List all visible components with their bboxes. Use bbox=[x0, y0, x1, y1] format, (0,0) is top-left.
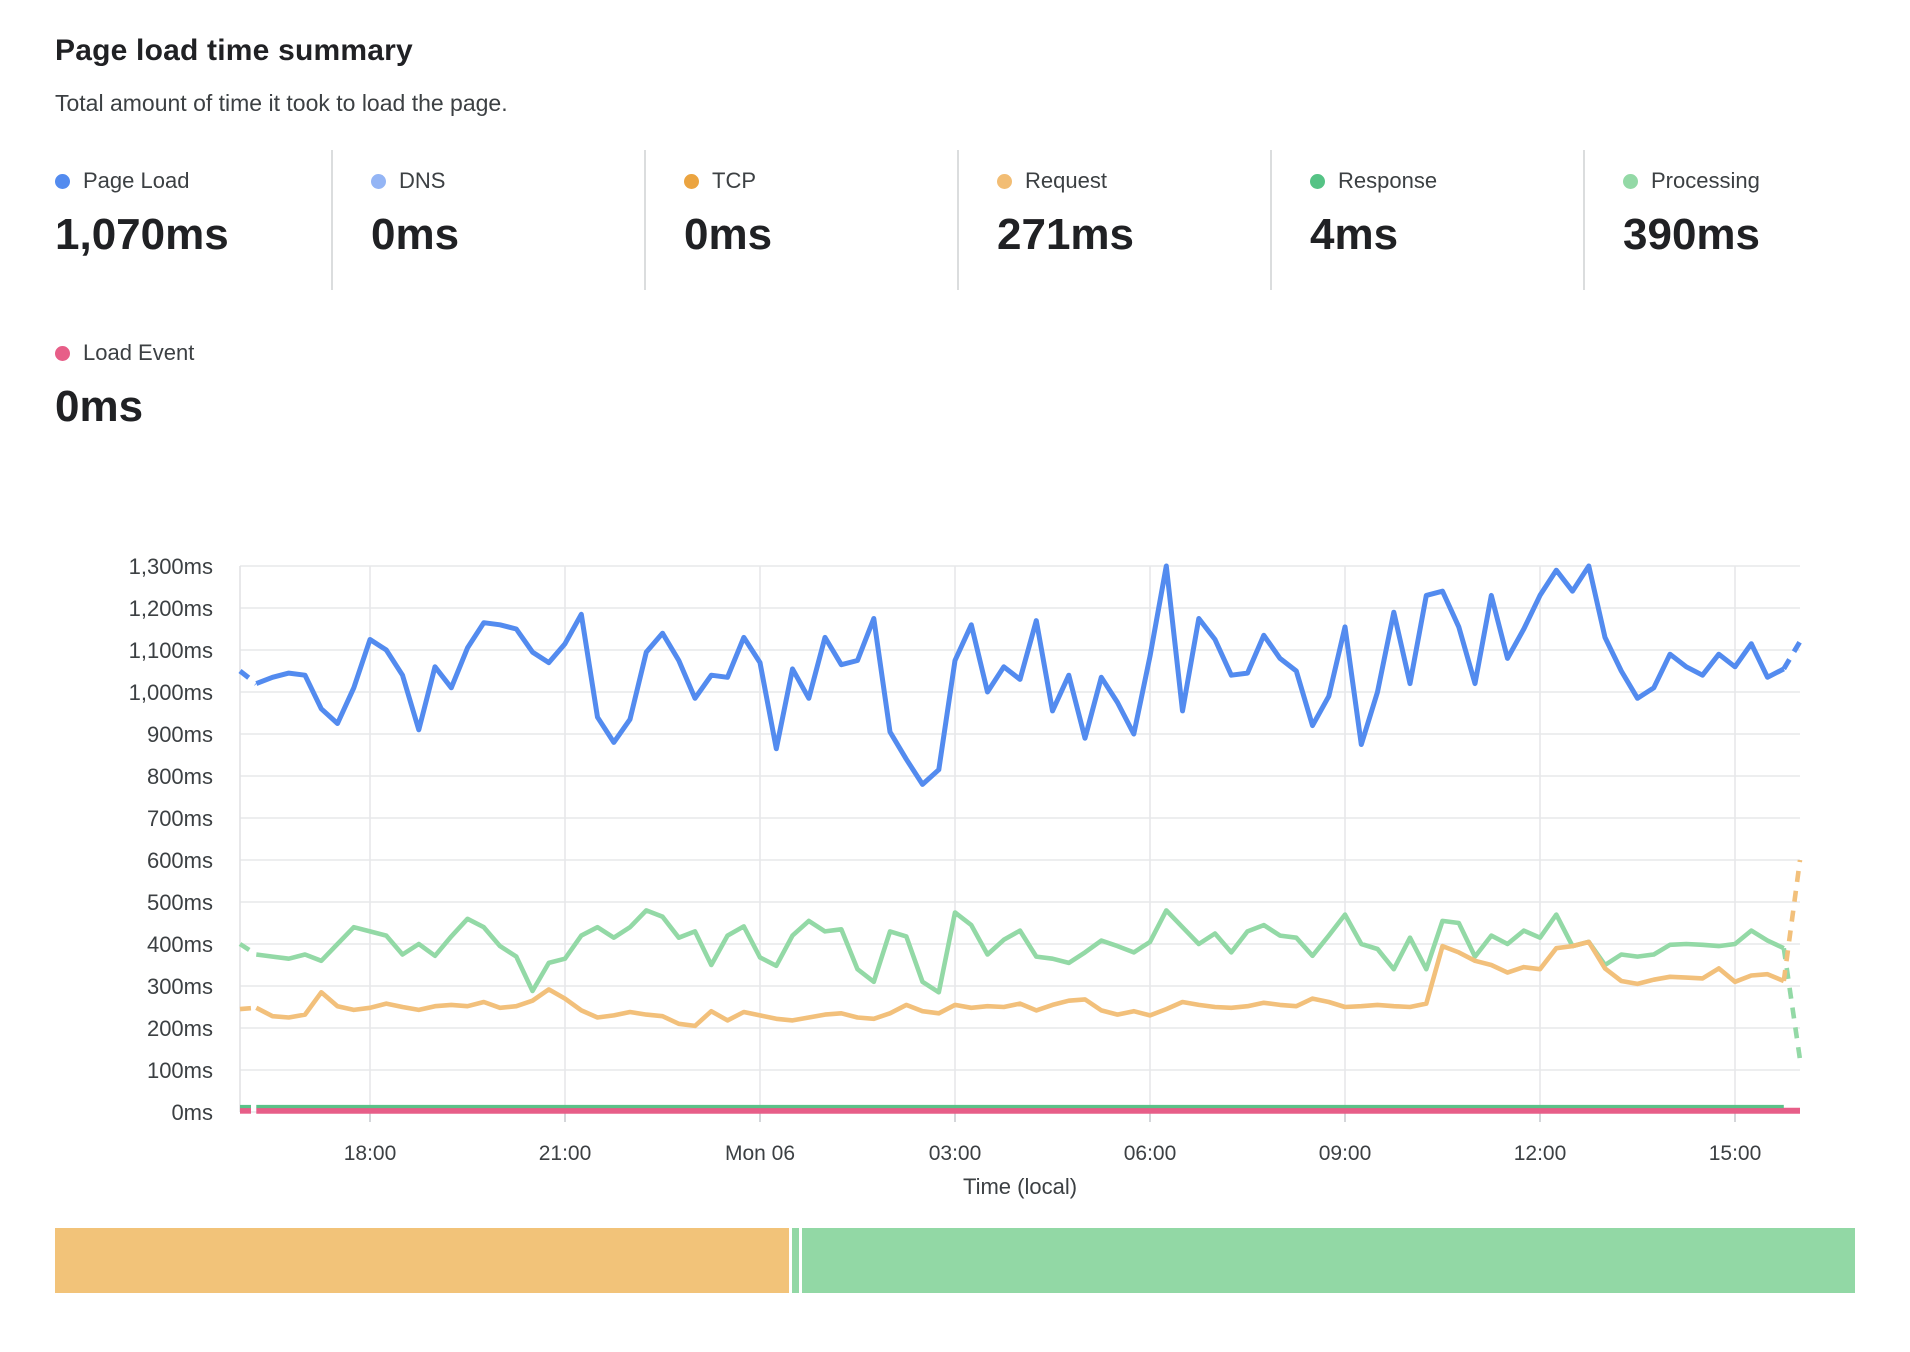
status-segment-request[interactable] bbox=[55, 1228, 789, 1293]
page-title: Page load time summary bbox=[55, 34, 508, 68]
metric-value: 0ms bbox=[371, 210, 644, 260]
metric-label: Processing bbox=[1651, 168, 1760, 194]
metric-label: Load Event bbox=[83, 340, 194, 366]
y-axis-label: 1,200ms bbox=[129, 596, 213, 621]
series-page-load bbox=[256, 566, 1784, 784]
status-segment-processing[interactable] bbox=[802, 1228, 1855, 1293]
metric-load-event[interactable]: Load Event 0ms bbox=[55, 322, 194, 432]
series-processing bbox=[1784, 948, 1800, 1059]
metric-label: Response bbox=[1338, 168, 1437, 194]
series-page-load bbox=[1784, 642, 1800, 669]
metric-dns[interactable]: DNS 0ms bbox=[331, 150, 644, 290]
y-axis-label: 900ms bbox=[147, 722, 213, 747]
series-page-load bbox=[240, 671, 256, 684]
processing-dot-icon bbox=[1623, 174, 1638, 189]
x-axis-label: 12:00 bbox=[1514, 1142, 1567, 1165]
status-segment-response[interactable] bbox=[792, 1228, 799, 1293]
metric-label: DNS bbox=[399, 168, 445, 194]
page-subtitle: Total amount of time it took to load the… bbox=[55, 90, 508, 117]
metric-label: Page Load bbox=[83, 168, 189, 194]
metric-value: 0ms bbox=[684, 210, 957, 260]
x-axis-label: 21:00 bbox=[539, 1142, 592, 1165]
metric-value: 1,070ms bbox=[55, 210, 331, 260]
series-request bbox=[256, 942, 1784, 1026]
page-load-dot-icon bbox=[55, 174, 70, 189]
y-axis-label: 600ms bbox=[147, 848, 213, 873]
y-axis-label: 500ms bbox=[147, 890, 213, 915]
x-axis-label: 03:00 bbox=[929, 1142, 982, 1165]
y-axis-label: 300ms bbox=[147, 974, 213, 999]
load-time-chart[interactable]: 0ms 100ms 200ms 300ms 400ms 500ms 600ms 700ms 80… bbox=[0, 430, 1910, 1230]
y-axis-label: 700ms bbox=[147, 806, 213, 831]
metric-value: 0ms bbox=[55, 382, 194, 432]
x-axis-label: 06:00 bbox=[1124, 1142, 1177, 1165]
metric-label: Request bbox=[1025, 168, 1107, 194]
metric-tcp[interactable]: TCP 0ms bbox=[644, 150, 957, 290]
metric-value: 271ms bbox=[997, 210, 1270, 260]
dns-dot-icon bbox=[371, 174, 386, 189]
x-axis-label: 15:00 bbox=[1709, 1142, 1762, 1165]
y-axis-label: 1,100ms bbox=[129, 638, 213, 663]
metric-response[interactable]: Response 4ms bbox=[1270, 150, 1583, 290]
tcp-dot-icon bbox=[684, 174, 699, 189]
y-axis-label: 100ms bbox=[147, 1058, 213, 1083]
load-time-chart-canvas[interactable]: 0ms 100ms 200ms 300ms 400ms 500ms 600ms 700ms 80… bbox=[0, 430, 1910, 1230]
status-timeline-bar[interactable] bbox=[55, 1228, 1855, 1293]
response-dot-icon bbox=[1310, 174, 1325, 189]
metrics-row: Page Load 1,070ms DNS 0ms TCP 0ms Reques… bbox=[55, 150, 1896, 290]
series-processing bbox=[240, 944, 256, 955]
y-axis-label: 1,300ms bbox=[129, 554, 213, 579]
y-axis-label: 800ms bbox=[147, 764, 213, 789]
x-axis-label: 18:00 bbox=[344, 1142, 397, 1165]
metric-value: 390ms bbox=[1623, 210, 1896, 260]
y-axis-label: 0ms bbox=[171, 1100, 213, 1125]
x-axis-title: Time (local) bbox=[963, 1174, 1077, 1199]
chart-header: Page load time summary Total amount of t… bbox=[55, 34, 508, 117]
metric-page-load[interactable]: Page Load 1,070ms bbox=[55, 150, 331, 290]
metric-value: 4ms bbox=[1310, 210, 1583, 260]
load-event-dot-icon bbox=[55, 346, 70, 361]
y-axis-label: 1,000ms bbox=[129, 680, 213, 705]
metric-label: TCP bbox=[712, 168, 756, 194]
y-axis-label: 400ms bbox=[147, 932, 213, 957]
request-dot-icon bbox=[997, 174, 1012, 189]
metric-processing[interactable]: Processing 390ms bbox=[1583, 150, 1896, 290]
series-request bbox=[240, 1008, 256, 1009]
series-request bbox=[1784, 860, 1800, 981]
y-axis-label: 200ms bbox=[147, 1016, 213, 1041]
x-axis-label: 09:00 bbox=[1319, 1142, 1372, 1165]
metric-request[interactable]: Request 271ms bbox=[957, 150, 1270, 290]
x-axis-label: Mon 06 bbox=[725, 1142, 795, 1165]
